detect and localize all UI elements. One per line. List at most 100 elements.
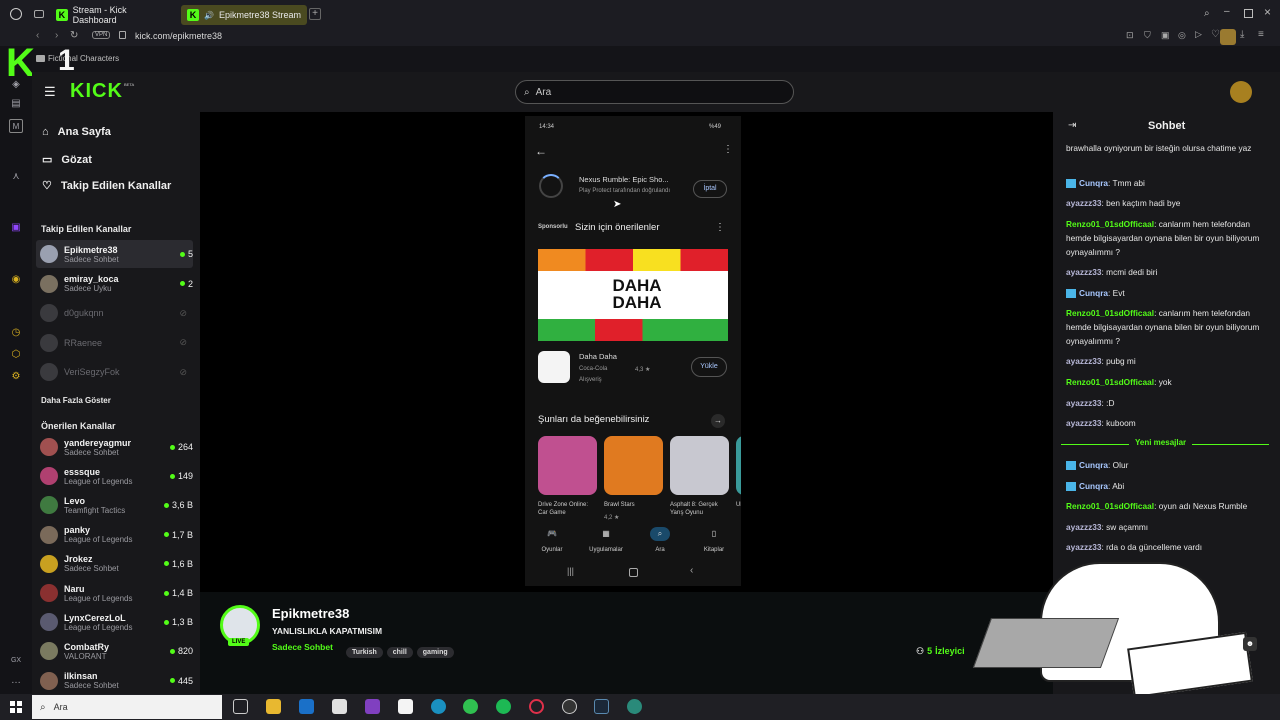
reload-icon[interactable]: ↻: [70, 30, 78, 41]
tag-gaming[interactable]: gaming: [416, 647, 454, 658]
task-view-icon[interactable]: [233, 699, 248, 714]
vpn-badge[interactable]: VPN: [92, 31, 111, 39]
collapse-chat-icon[interactable]: ⇥: [1068, 120, 1076, 131]
bottom-nav-label[interactable]: Oyunlar: [527, 547, 577, 553]
sidebar-twitch-icon[interactable]: ▣: [9, 221, 23, 235]
play-icon[interactable]: ▷: [1195, 29, 1202, 40]
menu-icon[interactable]: ≡: [1258, 29, 1264, 40]
search-tabs-icon[interactable]: ⌕: [1204, 8, 1210, 19]
whatsapp-icon[interactable]: [463, 699, 478, 714]
sidebar-m-icon[interactable]: M: [9, 119, 23, 133]
app-purple-icon[interactable]: [365, 699, 380, 714]
app-extra-icon[interactable]: [627, 699, 642, 714]
nav-browse[interactable]: ▭ Gözat: [42, 153, 92, 167]
windows-start-icon[interactable]: [10, 701, 22, 713]
file-explorer-icon[interactable]: [266, 699, 281, 714]
sidebar-channel[interactable]: esssque League of Legends 149: [36, 462, 193, 490]
workspaces-icon[interactable]: [34, 10, 44, 18]
sidebar-box-icon[interactable]: ⬡: [9, 348, 23, 362]
home-button-icon[interactable]: [629, 568, 638, 577]
cube-icon[interactable]: ▣: [1161, 30, 1170, 41]
taskbar-search-input[interactable]: Ara: [54, 702, 68, 712]
opera-gx-icon[interactable]: [529, 699, 544, 714]
sidebar-channel[interactable]: VeriSegzyFok ⊘: [36, 358, 193, 386]
bottom-nav-label[interactable]: Uygulamalar: [581, 547, 631, 553]
heart-icon[interactable]: ♡: [1211, 29, 1220, 40]
nav-home[interactable]: ⌂ Ana Sayfa: [42, 126, 111, 138]
sidebar-channel[interactable]: panky League of Legends 1,7 B: [36, 521, 193, 549]
chat-username[interactable]: Renzo01_01sdOfficaal: [1066, 377, 1154, 387]
sidebar-arrow-icon[interactable]: ⋏: [9, 170, 23, 184]
games-tab-icon[interactable]: 🎮: [542, 527, 562, 541]
opera-menu-icon[interactable]: [10, 8, 22, 20]
close-window-icon[interactable]: ×: [1264, 5, 1271, 19]
tab-kick-dashboard[interactable]: K Stream - Kick Dashboard: [50, 5, 176, 25]
game-tile[interactable]: [538, 436, 597, 495]
chat-username[interactable]: Renzo01_01sdOfficaal: [1066, 219, 1154, 229]
sidebar-clock-icon[interactable]: ◷: [9, 326, 23, 340]
camera-icon[interactable]: ◎: [1178, 30, 1186, 41]
install-button[interactable]: Yükle: [691, 357, 727, 377]
sidebar-channel[interactable]: Levo Teamfight Tactics 3,6 B: [36, 491, 193, 519]
sidebar-more-icon[interactable]: …: [9, 674, 23, 688]
apps-tab-icon[interactable]: ▦: [596, 527, 616, 541]
like-arrow-icon[interactable]: →: [711, 414, 725, 428]
sidebar-gx-icon[interactable]: GX: [9, 654, 23, 668]
sidebar-channel[interactable]: CombatRy VALORANT 820: [36, 637, 193, 665]
search-bar[interactable]: ⌕ Ara: [515, 80, 794, 104]
chat-username[interactable]: ayazzz33: [1066, 418, 1102, 428]
channel-name[interactable]: Epikmetre38: [272, 606, 349, 621]
chat-send-icon[interactable]: ☻: [1243, 637, 1257, 651]
books-tab-icon[interactable]: ▯: [704, 527, 724, 541]
store-icon[interactable]: [332, 699, 347, 714]
category-link[interactable]: Sadece Sohbet: [272, 642, 333, 652]
nav-following[interactable]: ♡ Takip Edilen Kanallar: [42, 179, 171, 193]
chat-username[interactable]: ayazzz33: [1066, 356, 1102, 366]
rec-more-icon[interactable]: ⋮: [715, 222, 725, 233]
recent-apps-icon[interactable]: |||: [567, 566, 574, 576]
sidebar-player-icon[interactable]: ◉: [9, 273, 23, 287]
chat-username[interactable]: Renzo01_01sdOfficaal: [1066, 501, 1154, 511]
sidebar-channel[interactable]: LynxCerezLoL League of Legends 1,3 B: [36, 608, 193, 636]
sidebar-channel[interactable]: ilkinsan Sadece Sohbet 445: [36, 667, 193, 694]
chat-username[interactable]: Cunqra: [1079, 288, 1108, 298]
steam-icon[interactable]: [594, 699, 609, 714]
sidebar-channel[interactable]: Jrokez Sadece Sohbet 1,6 B: [36, 550, 193, 578]
app-round-icon[interactable]: [562, 699, 577, 714]
game-tile[interactable]: [670, 436, 729, 495]
tag-turkish[interactable]: Turkish: [346, 647, 383, 658]
cancel-button[interactable]: İptal: [693, 180, 727, 198]
search-input[interactable]: Ara: [536, 87, 552, 98]
chat-username[interactable]: Cunqra: [1079, 460, 1108, 470]
chat-username[interactable]: ayazzz33: [1066, 522, 1102, 532]
sidebar-channel[interactable]: Epikmetre38 Sadece Sohbet 5: [36, 240, 193, 268]
search-tab-icon[interactable]: ⌕: [650, 527, 670, 541]
url-field[interactable]: kick.com/epikmetre38: [135, 31, 222, 41]
bottom-nav-label[interactable]: Ara: [635, 547, 685, 553]
sidebar-channel[interactable]: Naru League of Legends 1,4 B: [36, 579, 193, 607]
kick-logo[interactable]: KICK: [70, 80, 123, 103]
user-avatar[interactable]: [1230, 81, 1252, 103]
restore-icon[interactable]: [1244, 9, 1253, 18]
audio-icon[interactable]: 🔊: [204, 11, 214, 20]
hamburger-icon[interactable]: ☰: [44, 84, 56, 100]
chat-username[interactable]: Cunqra: [1079, 481, 1108, 491]
bottom-nav-label[interactable]: Kitaplar: [689, 547, 739, 553]
notepad-icon[interactable]: [398, 699, 413, 714]
game-tile[interactable]: [604, 436, 663, 495]
show-more-link[interactable]: Daha Fazla Göster: [41, 396, 111, 405]
chat-username[interactable]: Cunqra: [1079, 178, 1108, 188]
more-vert-icon[interactable]: ⋮: [723, 144, 733, 155]
sidebar-channel[interactable]: d0gukqnn ⊘: [36, 299, 193, 327]
minimize-icon[interactable]: –: [1224, 6, 1230, 17]
chat-username[interactable]: ayazzz33: [1066, 398, 1102, 408]
new-tab-icon[interactable]: +: [309, 8, 321, 20]
back-nav-icon[interactable]: ‹: [690, 565, 693, 576]
edge-icon[interactable]: [431, 699, 446, 714]
back-icon[interactable]: ‹: [36, 30, 39, 41]
daha-daha-banner[interactable]: DAHA DAHA: [538, 249, 728, 341]
sidebar-channel[interactable]: yandereyagmur Sadece Sohbet 264: [36, 433, 193, 461]
spotify-icon[interactable]: [496, 699, 511, 714]
bookmark-folder-icon[interactable]: [36, 55, 45, 62]
chat-username[interactable]: Renzo01_01sdOfficaal: [1066, 308, 1154, 318]
